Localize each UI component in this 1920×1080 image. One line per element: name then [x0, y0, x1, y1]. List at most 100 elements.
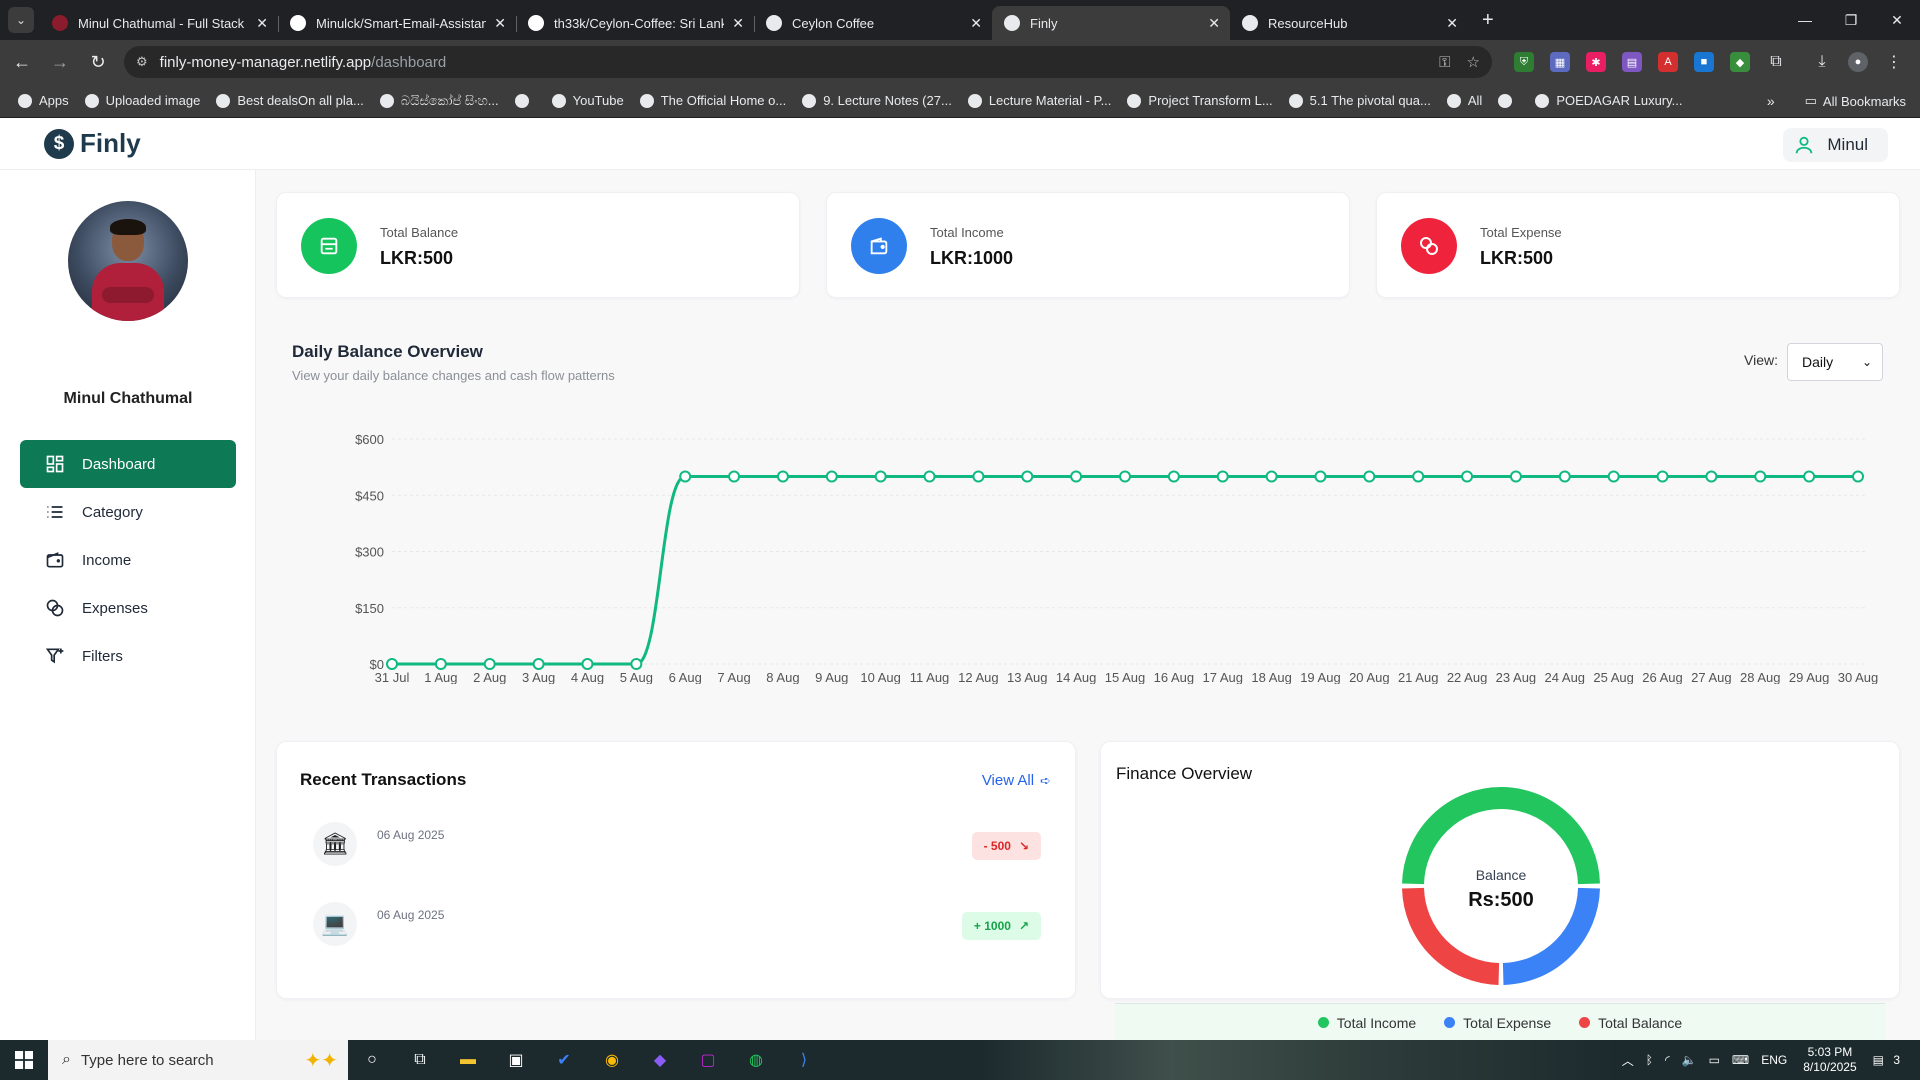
bookmark-item[interactable]: 9. Lecture Notes (27...: [802, 93, 952, 108]
color-extension-icon[interactable]: ✱: [1586, 52, 1606, 72]
browser-tab[interactable]: Minul Chathumal - Full Stack De ✕: [40, 6, 278, 40]
store-icon[interactable]: ▣: [492, 1040, 540, 1080]
tab-close-icon[interactable]: ✕: [494, 15, 506, 32]
bookmark-item[interactable]: The Official Home o...: [639, 93, 786, 108]
restore-icon[interactable]: ❐: [1828, 0, 1874, 40]
profile-icon[interactable]: ●: [1848, 52, 1868, 72]
download-icon[interactable]: ⤓: [1812, 52, 1832, 72]
sidebar-item-dashboard[interactable]: Dashboard: [20, 440, 236, 488]
data-point[interactable]: [972, 470, 985, 483]
grid-extension-icon[interactable]: ▦: [1550, 52, 1570, 72]
volume-icon[interactable]: 🔈: [1682, 1053, 1697, 1067]
transaction-row[interactable]: 💻 06 Aug 2025 + 1000 ↗: [313, 902, 1041, 952]
tab-close-icon[interactable]: ✕: [256, 15, 268, 32]
data-point[interactable]: [581, 658, 594, 670]
data-point[interactable]: [874, 470, 887, 483]
reload-icon[interactable]: ↻: [82, 46, 114, 78]
data-point[interactable]: [1558, 470, 1571, 483]
user-menu-button[interactable]: Minul: [1783, 128, 1888, 162]
task-view-icon[interactable]: ⧉: [396, 1040, 444, 1080]
data-point[interactable]: [1607, 470, 1620, 483]
data-point[interactable]: [1070, 470, 1083, 483]
minimize-icon[interactable]: —: [1782, 0, 1828, 40]
transaction-row[interactable]: 🏛 06 Aug 2025 - 500 ↘: [313, 822, 1041, 872]
data-point[interactable]: [630, 658, 643, 670]
data-point[interactable]: [679, 470, 692, 483]
chrome-icon[interactable]: ◉: [588, 1040, 636, 1080]
sidebar-item-expenses[interactable]: Expenses: [20, 584, 236, 632]
app-icon[interactable]: ▢: [684, 1040, 732, 1080]
data-point[interactable]: [728, 470, 741, 483]
bookmark-item[interactable]: බයිස්කෝප් සිංහ...: [379, 93, 499, 109]
finly-logo[interactable]: $ Finly: [44, 128, 141, 159]
sidebar-item-filters[interactable]: Filters: [20, 632, 236, 680]
clock[interactable]: 5:03 PM 8/10/2025: [1803, 1045, 1856, 1075]
battery-icon[interactable]: ▭: [1709, 1053, 1720, 1067]
bookmark-item[interactable]: Uploaded image: [84, 93, 200, 108]
browser-tab[interactable]: Finly ✕: [992, 6, 1230, 40]
sidebar-item-income[interactable]: Income: [20, 536, 236, 584]
data-point[interactable]: [1803, 470, 1816, 483]
data-point[interactable]: [1656, 470, 1669, 483]
doc-extension-icon[interactable]: ▤: [1622, 52, 1642, 72]
data-point[interactable]: [1461, 470, 1474, 483]
browser-tab[interactable]: ResourceHub ✕: [1230, 6, 1468, 40]
browser-tab[interactable]: Ceylon Coffee ✕: [754, 6, 992, 40]
data-point[interactable]: [1216, 470, 1229, 483]
legend-item[interactable]: Total Expense: [1444, 1015, 1551, 1031]
bookmark-item[interactable]: Apps: [18, 93, 69, 108]
tab-close-icon[interactable]: ✕: [970, 15, 982, 32]
data-point[interactable]: [923, 470, 936, 483]
tab-close-icon[interactable]: ✕: [1446, 15, 1458, 32]
bookmark-item[interactable]: YouTube: [551, 93, 624, 108]
forward-icon[interactable]: →: [44, 46, 76, 78]
browser-tab[interactable]: th33k/Ceylon-Coffee: Sri Lanka ✕: [516, 6, 754, 40]
data-point[interactable]: [1852, 470, 1864, 483]
data-point[interactable]: [776, 470, 789, 483]
data-point[interactable]: [483, 658, 496, 670]
cortana-icon[interactable]: ○: [348, 1040, 396, 1080]
leaf-extension-icon[interactable]: ◆: [1730, 52, 1750, 72]
bookmark-star-icon[interactable]: ☆: [1467, 53, 1480, 71]
data-point[interactable]: [386, 658, 398, 670]
puzzle-extensions-icon[interactable]: ⧉: [1766, 52, 1786, 72]
bluetooth-icon[interactable]: ᛒ: [1646, 1053, 1653, 1067]
whatsapp-icon[interactable]: ◍: [732, 1040, 780, 1080]
tray-chevron-icon[interactable]: ︿: [1622, 1052, 1634, 1069]
data-point[interactable]: [1363, 470, 1376, 483]
vscode-icon[interactable]: ⟩: [780, 1040, 828, 1080]
more-bookmarks-icon[interactable]: »: [1767, 93, 1775, 109]
legend-item[interactable]: Total Balance: [1579, 1015, 1682, 1031]
data-point[interactable]: [1265, 470, 1278, 483]
file-explorer-icon[interactable]: ▬: [444, 1040, 492, 1080]
data-point[interactable]: [1167, 470, 1180, 483]
bookmark-item[interactable]: Lecture Material - P...: [967, 93, 1111, 108]
sidebar-item-category[interactable]: Category: [20, 488, 236, 536]
keyboard-icon[interactable]: ⌨: [1732, 1053, 1749, 1067]
tab-close-icon[interactable]: ✕: [732, 15, 744, 32]
all-bookmarks-link[interactable]: All Bookmarks: [1823, 94, 1906, 109]
new-tab-button[interactable]: +: [1482, 9, 1494, 32]
view-all-link[interactable]: View All ➪: [982, 772, 1051, 789]
tab-search-button[interactable]: ⌄: [8, 7, 34, 33]
data-point[interactable]: [532, 658, 545, 670]
pdf-extension-icon[interactable]: A: [1658, 52, 1678, 72]
shield-extension-icon[interactable]: ⛨: [1514, 52, 1534, 72]
data-point[interactable]: [1705, 470, 1718, 483]
bookmark-item[interactable]: 5.1 The pivotal qua...: [1288, 93, 1431, 108]
taskbar-search[interactable]: ⌕ Type here to search ✦✦: [48, 1040, 348, 1080]
todo-icon[interactable]: ✔: [540, 1040, 588, 1080]
data-point[interactable]: [1314, 470, 1327, 483]
close-window-icon[interactable]: ✕: [1874, 0, 1920, 40]
bookmark-item[interactable]: [1498, 93, 1519, 108]
back-icon[interactable]: ←: [6, 46, 38, 78]
copilot-icon[interactable]: ◆: [636, 1040, 684, 1080]
data-point[interactable]: [434, 658, 447, 670]
bookmark-item[interactable]: POEDAGAR Luxury...: [1535, 93, 1683, 108]
data-point[interactable]: [1119, 470, 1131, 483]
legend-item[interactable]: Total Income: [1317, 1015, 1416, 1031]
password-key-icon[interactable]: ⚿: [1439, 54, 1450, 71]
tab-close-icon[interactable]: ✕: [1208, 15, 1220, 32]
menu-kebab-icon[interactable]: ⋮: [1884, 52, 1904, 72]
square-extension-icon[interactable]: ■: [1694, 52, 1714, 72]
